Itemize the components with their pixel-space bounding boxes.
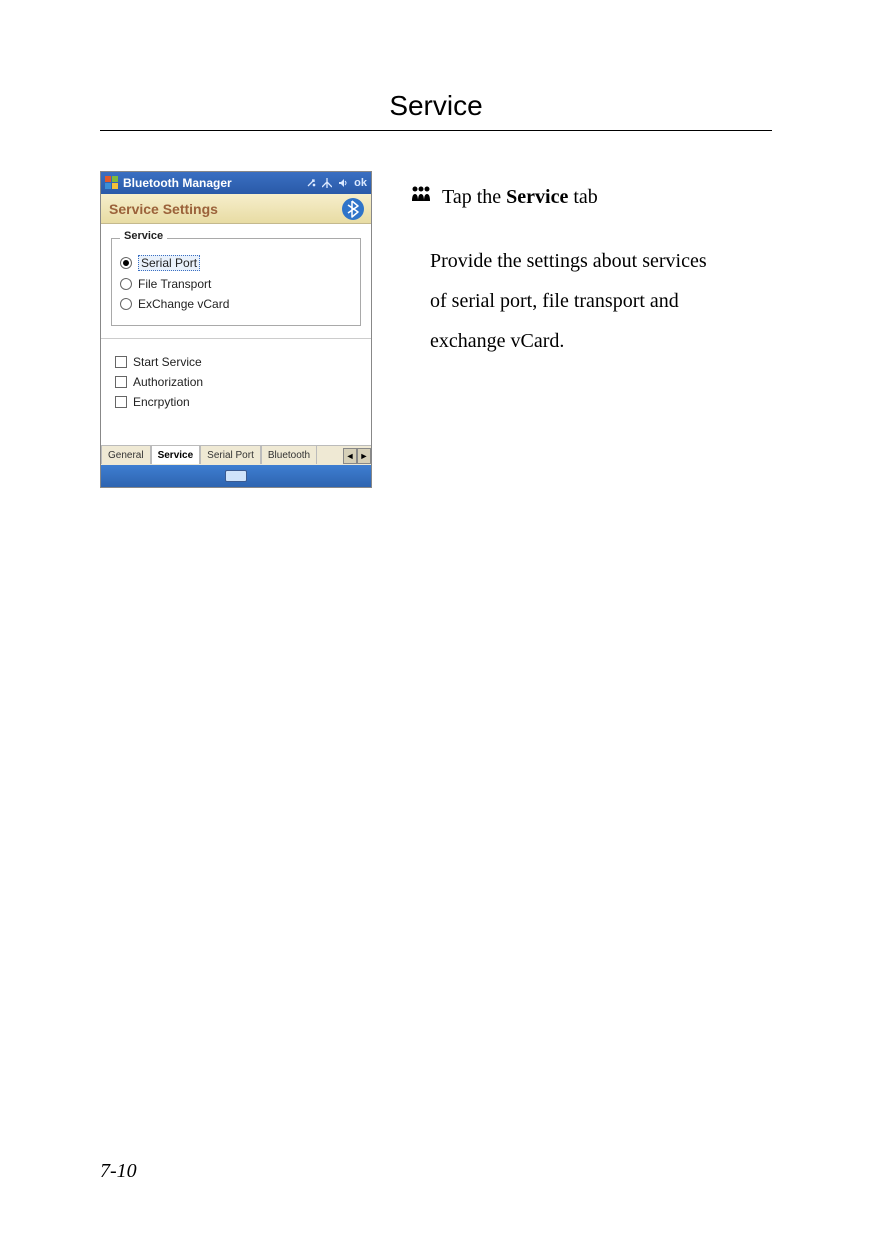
radio-file-transport[interactable]: File Transport	[120, 277, 352, 291]
radio-exchange-vcard[interactable]: ExChange vCard	[120, 297, 352, 311]
tab-scroll-left[interactable]: ◄	[343, 448, 357, 464]
check-label: Authorization	[133, 375, 203, 389]
bottom-bar	[101, 465, 371, 487]
body-line: Provide the settings about services	[430, 243, 707, 279]
options-panel: Start Service Authorization Encrpytion	[101, 339, 371, 445]
radio-icon	[120, 298, 132, 310]
fieldset-legend: Service	[120, 230, 167, 242]
tap-instruction: Tap the Service tab	[442, 179, 598, 215]
tap-bold: Service	[506, 186, 568, 208]
speaker-icon[interactable]	[338, 178, 348, 188]
header-band: Service Settings	[101, 194, 371, 224]
check-authorization[interactable]: Authorization	[115, 375, 357, 389]
checkbox-icon	[115, 376, 127, 388]
tap-suffix: tab	[568, 186, 597, 208]
radio-label: File Transport	[138, 277, 211, 291]
tabs-bar: General Service Serial Port Bluetooth ◄ …	[101, 445, 371, 465]
radio-icon	[120, 257, 132, 269]
check-label: Encrpytion	[133, 395, 190, 409]
tab-service[interactable]: Service	[151, 445, 201, 464]
page-number: 7-10	[100, 1160, 137, 1183]
service-panel: Service Serial Port File Transport ExCha…	[101, 224, 371, 339]
tab-serial-port[interactable]: Serial Port	[200, 445, 261, 464]
window-titlebar: Bluetooth Manager ok	[101, 172, 371, 194]
device-screenshot: Bluetooth Manager ok Service Settin	[100, 171, 372, 488]
checkbox-icon	[115, 356, 127, 368]
checkbox-icon	[115, 396, 127, 408]
radio-label: ExChange vCard	[138, 297, 229, 311]
service-fieldset: Service Serial Port File Transport ExCha…	[111, 238, 361, 326]
body-line: of serial port, file transport and	[430, 283, 707, 319]
body-line: exchange vCard.	[430, 323, 707, 359]
header-title: Service Settings	[109, 201, 218, 217]
divider	[100, 130, 772, 131]
tap-prefix: Tap the	[442, 186, 506, 208]
bluetooth-icon	[341, 197, 365, 221]
radio-icon	[120, 278, 132, 290]
people-icon	[410, 181, 432, 213]
keyboard-icon[interactable]	[225, 470, 247, 482]
instructions: Tap the Service tab Provide the settings…	[410, 171, 707, 363]
check-encryption[interactable]: Encrpytion	[115, 395, 357, 409]
radio-label: Serial Port	[138, 255, 200, 271]
radio-serial-port[interactable]: Serial Port	[120, 255, 352, 271]
tab-scroll-right[interactable]: ►	[357, 448, 371, 464]
check-label: Start Service	[133, 355, 202, 369]
app-name: Bluetooth Manager	[123, 176, 232, 190]
signal-icon[interactable]	[322, 178, 332, 188]
page-title: Service	[100, 90, 772, 122]
ok-button[interactable]: ok	[354, 177, 367, 189]
connectivity-icon[interactable]	[306, 178, 316, 188]
tab-general[interactable]: General	[101, 445, 151, 464]
check-start-service[interactable]: Start Service	[115, 355, 357, 369]
windows-flag-icon	[105, 176, 119, 190]
tab-bluetooth[interactable]: Bluetooth	[261, 445, 317, 464]
instruction-body: Provide the settings about services of s…	[410, 243, 707, 359]
